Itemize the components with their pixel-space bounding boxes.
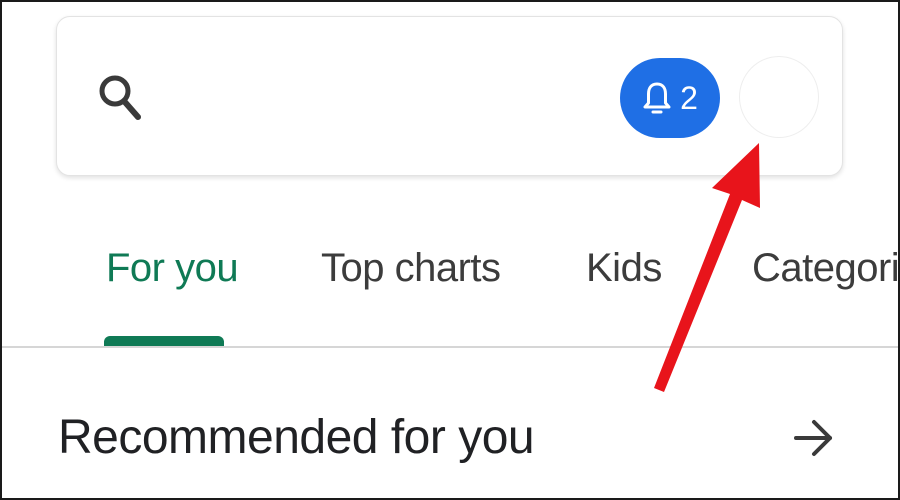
tab-for-you[interactable]: For you: [106, 246, 239, 291]
arrow-right-icon[interactable]: [792, 416, 836, 460]
tabs-divider: [0, 346, 900, 348]
tab-categories[interactable]: Categorie: [752, 246, 900, 291]
search-bar[interactable]: [56, 16, 843, 176]
notification-count: 2: [680, 80, 698, 116]
account-avatar[interactable]: [739, 56, 819, 138]
search-icon[interactable]: [96, 72, 144, 124]
tab-kids[interactable]: Kids: [586, 246, 662, 291]
bell-icon: [643, 82, 671, 114]
notifications-button[interactable]: 2: [620, 58, 720, 138]
active-tab-indicator: [104, 336, 224, 346]
tab-top-charts[interactable]: Top charts: [321, 246, 501, 291]
tab-bar: For you Top charts Kids Categorie: [0, 230, 900, 348]
section-title: Recommended for you: [58, 411, 535, 464]
